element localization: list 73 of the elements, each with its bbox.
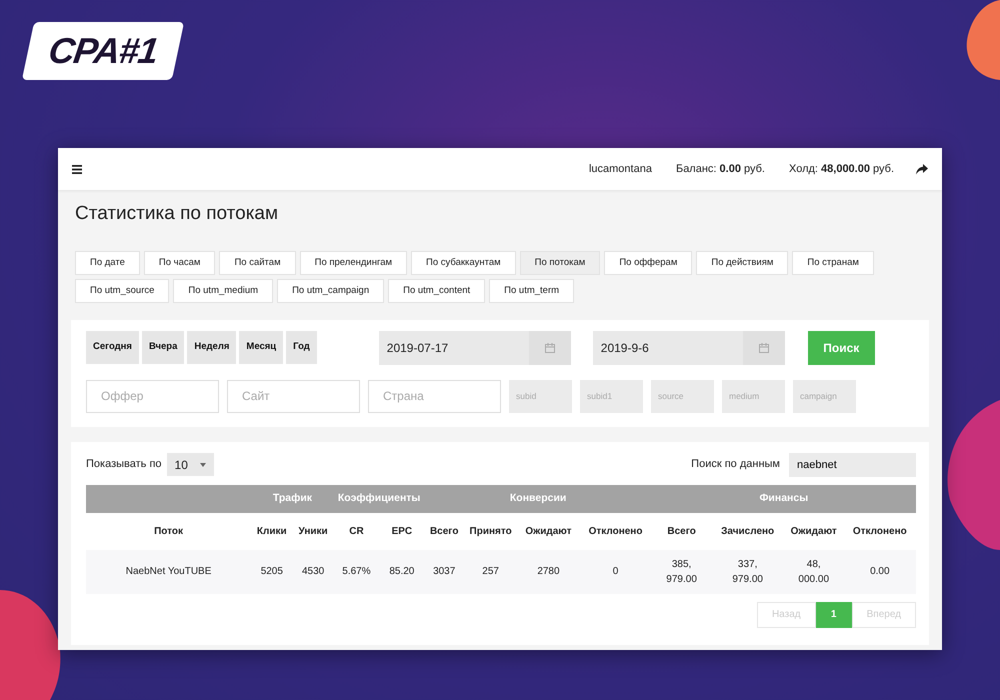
search-field[interactable]: naebnet (789, 452, 916, 476)
tab[interactable]: По utm_content (388, 278, 486, 302)
tab[interactable]: По utm_medium (173, 278, 274, 302)
date-field[interactable]: 2019-07-17 (378, 330, 571, 364)
column-header: Зачислено (712, 512, 784, 550)
table-cell: 5205 (251, 550, 292, 594)
filter-field[interactable]: subid1 (580, 380, 643, 412)
tab[interactable]: По субаккаунтам (411, 250, 516, 274)
period-button[interactable]: Вчера (142, 331, 184, 364)
column-header: EPC (379, 512, 425, 550)
calendar-icon (758, 342, 769, 352)
column-header: Отклонено (579, 512, 652, 550)
column-header: Всего (652, 512, 712, 550)
filter-field[interactable]: Оффер (86, 380, 219, 412)
balance-text: Баланс: 0.00 руб. (676, 162, 765, 177)
table-cell: 85.20 (379, 550, 425, 594)
show-label: Показывать по (86, 457, 162, 472)
table-cell: 257 (464, 550, 518, 594)
page-size-select[interactable]: 10 (166, 453, 214, 476)
period-button[interactable]: Неделя (187, 331, 236, 364)
table-cell: 3037 (424, 550, 464, 594)
filter-field[interactable]: subid (509, 380, 572, 412)
tab[interactable]: По utm_campaign (277, 278, 384, 302)
table-cell: NaebNet YouTUBE (86, 550, 252, 594)
group-header: Финансы (652, 484, 916, 512)
filter-field[interactable]: campaign (793, 380, 856, 412)
tab[interactable]: По странам (792, 250, 874, 274)
period-button[interactable]: Год (286, 331, 317, 364)
search-label: Поиск по данным (691, 457, 780, 472)
column-header: Уники (292, 512, 334, 550)
table-cell: 2780 (517, 550, 580, 594)
filter-field[interactable]: Страна (368, 380, 501, 412)
tab[interactable]: По потокам (520, 250, 600, 274)
column-header: Ожидают (784, 512, 844, 550)
page-title: Статистика по потокам (75, 202, 280, 226)
group-header: Трафик (251, 484, 334, 512)
column-header: Поток (86, 512, 252, 550)
filter-field[interactable]: medium (722, 380, 785, 412)
filter-field[interactable]: Сайт (227, 380, 360, 412)
tab[interactable]: По действиям (696, 250, 788, 274)
column-header: Отклонено (844, 512, 916, 550)
tab[interactable]: По utm_source (75, 278, 170, 302)
date-field[interactable]: 2019-9-6 (592, 330, 785, 364)
column-header: Клики (251, 512, 292, 550)
column-header: Принято (464, 512, 518, 550)
logo: CPA#1 (46, 30, 160, 72)
group-header: Конверсии (424, 484, 652, 512)
tab[interactable]: По сайтам (219, 250, 296, 274)
filter-field[interactable]: source (651, 380, 714, 412)
username: lucamontana (588, 162, 652, 177)
column-header: CR (334, 512, 380, 550)
table-cell: 5.67% (334, 550, 380, 594)
share-icon[interactable] (916, 164, 928, 174)
group-header: Коэффициенты (334, 484, 425, 512)
hold-text: Холд: 48,000.00 руб. (788, 162, 894, 177)
table-cell: 0 (579, 550, 652, 594)
column-header: Всего (424, 512, 464, 550)
table-cell: 48, 000.00 (784, 550, 844, 594)
table-cell: 385, 979.00 (652, 550, 712, 594)
tab[interactable]: По utm_term (489, 278, 574, 302)
tab[interactable]: По офферам (604, 250, 692, 274)
calendar-icon (544, 342, 555, 352)
period-button[interactable]: Сегодня (86, 331, 139, 364)
period-button[interactable]: Месяц (239, 331, 284, 364)
tab[interactable]: По часам (144, 250, 216, 274)
column-header: Ожидают (517, 512, 580, 550)
menu-icon[interactable] (72, 164, 82, 174)
caret-icon (200, 462, 206, 466)
tab[interactable]: По прелендингам (300, 250, 408, 274)
tab[interactable]: По дате (75, 250, 140, 274)
table-cell: 0.00 (844, 550, 916, 594)
table-cell: 337, 979.00 (712, 550, 784, 594)
table-cell: 4530 (292, 550, 334, 594)
